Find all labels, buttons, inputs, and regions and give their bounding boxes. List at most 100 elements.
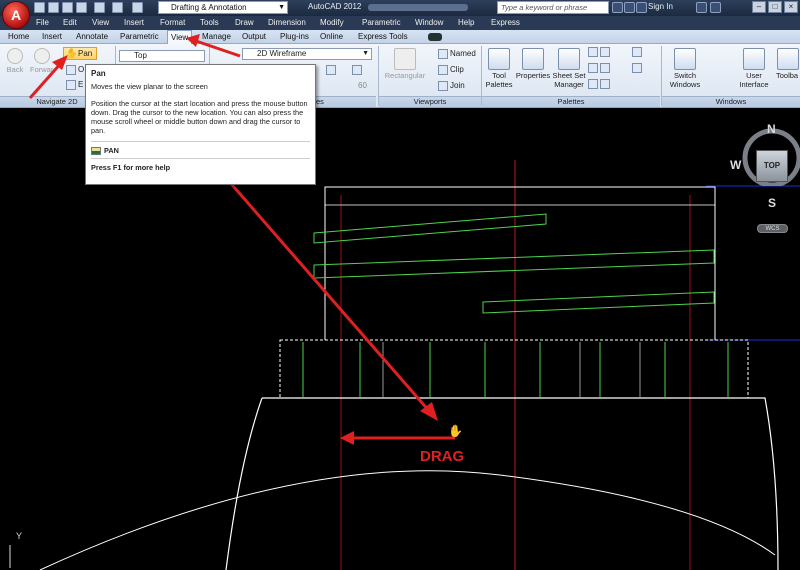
save-icon[interactable] — [62, 2, 73, 13]
tab-insert[interactable]: Insert — [42, 32, 62, 41]
tab-annotate[interactable]: Annotate — [76, 32, 108, 41]
tab-express-tools[interactable]: Express Tools — [358, 32, 408, 41]
named-viewports-button[interactable]: Named — [438, 49, 476, 59]
save-as-icon[interactable] — [76, 2, 87, 13]
menu-dimension[interactable]: Dimension — [268, 18, 306, 27]
visual-style-dropdown[interactable]: 2D Wireframe ▼ — [242, 48, 372, 60]
menu-insert[interactable]: Insert — [124, 18, 144, 27]
compass-north[interactable]: N — [767, 122, 776, 136]
palette-toggle-3[interactable] — [588, 79, 612, 89]
exchange-icon[interactable] — [696, 2, 707, 13]
subscription-icon[interactable] — [624, 2, 635, 13]
orbit-button[interactable]: O — [66, 65, 84, 75]
drag-annotation: DRAG — [420, 448, 465, 465]
zoom-extents-icon — [66, 80, 76, 90]
minimize-button[interactable]: – — [752, 1, 766, 13]
ribbon-options-icon[interactable] — [428, 33, 442, 41]
user-interface-icon — [743, 48, 765, 70]
chevron-down-icon: ▼ — [362, 50, 369, 57]
tab-online[interactable]: Online — [320, 32, 343, 41]
body-curve — [39, 470, 776, 570]
viewcube-top-face[interactable]: TOP — [756, 150, 788, 182]
tab-parametric[interactable]: Parametric — [120, 32, 159, 41]
extents-button[interactable]: E — [66, 80, 83, 90]
undo-icon[interactable] — [112, 2, 123, 13]
properties-label: Properties — [515, 71, 551, 80]
sign-in-link[interactable]: Sign In — [648, 2, 673, 11]
view-dropdown[interactable]: Top — [119, 50, 205, 62]
palette-toggle-4[interactable] — [632, 47, 644, 57]
palette-toggle-2[interactable] — [588, 63, 612, 73]
user-icon[interactable] — [636, 2, 647, 13]
menu-tools[interactable]: Tools — [200, 18, 219, 27]
menu-file[interactable]: File — [36, 18, 49, 27]
palette-toggle-5[interactable] — [632, 63, 644, 73]
back-button[interactable]: Back — [4, 48, 26, 74]
join-viewport-button[interactable]: Join — [438, 81, 465, 91]
search-input[interactable]: Type a keyword or phrase — [497, 1, 609, 14]
workspace-dropdown[interactable]: Drafting & Annotation ▼ — [158, 1, 288, 14]
command-icon — [91, 147, 101, 156]
palette-icon — [632, 47, 642, 57]
toolbars-button[interactable]: Toolba — [776, 48, 800, 80]
divider — [91, 141, 310, 142]
plot-icon[interactable] — [94, 2, 105, 13]
user-interface-button[interactable]: User Interface — [734, 48, 774, 89]
tab-output[interactable]: Output — [242, 32, 266, 41]
clip-viewport-button[interactable]: Clip — [438, 65, 464, 75]
switch-windows-button[interactable]: Switch Windows — [666, 48, 704, 89]
viewports-panel-label[interactable]: Viewports — [379, 96, 481, 107]
forward-button[interactable]: Forward — [30, 48, 54, 74]
material-control[interactable] — [352, 65, 364, 75]
menu-view[interactable]: View — [92, 18, 109, 27]
palette-toggle-1[interactable] — [588, 47, 612, 57]
compass-west[interactable]: W — [730, 158, 741, 172]
app-title: AutoCAD 2012 — [308, 2, 362, 11]
menu-window[interactable]: Window — [415, 18, 443, 27]
tab-manage[interactable]: Manage — [202, 32, 231, 41]
menu-edit[interactable]: Edit — [63, 18, 77, 27]
sheet-set-label: Sheet Set Manager — [552, 71, 586, 89]
palette-icon — [588, 79, 598, 89]
arrowhead — [340, 431, 354, 445]
tab-home[interactable]: Home — [8, 32, 29, 41]
open-icon[interactable] — [48, 2, 59, 13]
menu-parametric[interactable]: Parametric — [362, 18, 401, 27]
menu-modify[interactable]: Modify — [320, 18, 344, 27]
application-menu-button[interactable]: A — [2, 1, 30, 29]
compass-south[interactable]: S — [768, 196, 776, 210]
view-value: Top — [134, 51, 147, 60]
wcs-menu[interactable]: WCS — [757, 224, 788, 233]
window-controls: – □ × — [752, 1, 798, 13]
help-icon[interactable] — [710, 2, 721, 13]
maximize-button[interactable]: □ — [768, 1, 782, 13]
close-button[interactable]: × — [784, 1, 798, 13]
new-icon[interactable] — [34, 2, 45, 13]
visual-styles-panel-label[interactable]: es — [316, 96, 376, 107]
tab-view[interactable]: View — [167, 30, 193, 44]
properties-button[interactable]: Properties — [514, 48, 552, 80]
menu-draw[interactable]: Draw — [235, 18, 254, 27]
collar-outline — [279, 339, 749, 399]
rectangular-viewport-button[interactable]: Rectangular — [382, 48, 428, 80]
tool-palettes-button[interactable]: Tool Palettes — [484, 48, 514, 89]
palettes-panel-label[interactable]: Palettes — [482, 96, 660, 107]
tooltip-help: Press F1 for more help — [91, 163, 171, 173]
light-control[interactable] — [326, 65, 338, 75]
filename-redacted — [368, 4, 468, 11]
tab-plugins[interactable]: Plug-ins — [280, 32, 309, 41]
menu-express[interactable]: Express — [491, 18, 520, 27]
palette-icon — [600, 63, 610, 73]
search-icon[interactable] — [612, 2, 623, 13]
toolbars-icon — [777, 48, 799, 70]
thread-band — [313, 249, 715, 279]
palette-icon — [632, 63, 642, 73]
menu-format[interactable]: Format — [160, 18, 185, 27]
extents-label: E — [78, 80, 84, 90]
sheet-set-manager-button[interactable]: Sheet Set Manager — [552, 48, 586, 89]
menu-help[interactable]: Help — [458, 18, 474, 27]
redo-icon[interactable] — [132, 2, 143, 13]
pan-button[interactable]: ✋ Pan — [63, 47, 97, 60]
clip-label: Clip — [450, 65, 464, 75]
windows-panel-label[interactable]: Windows — [662, 96, 800, 107]
